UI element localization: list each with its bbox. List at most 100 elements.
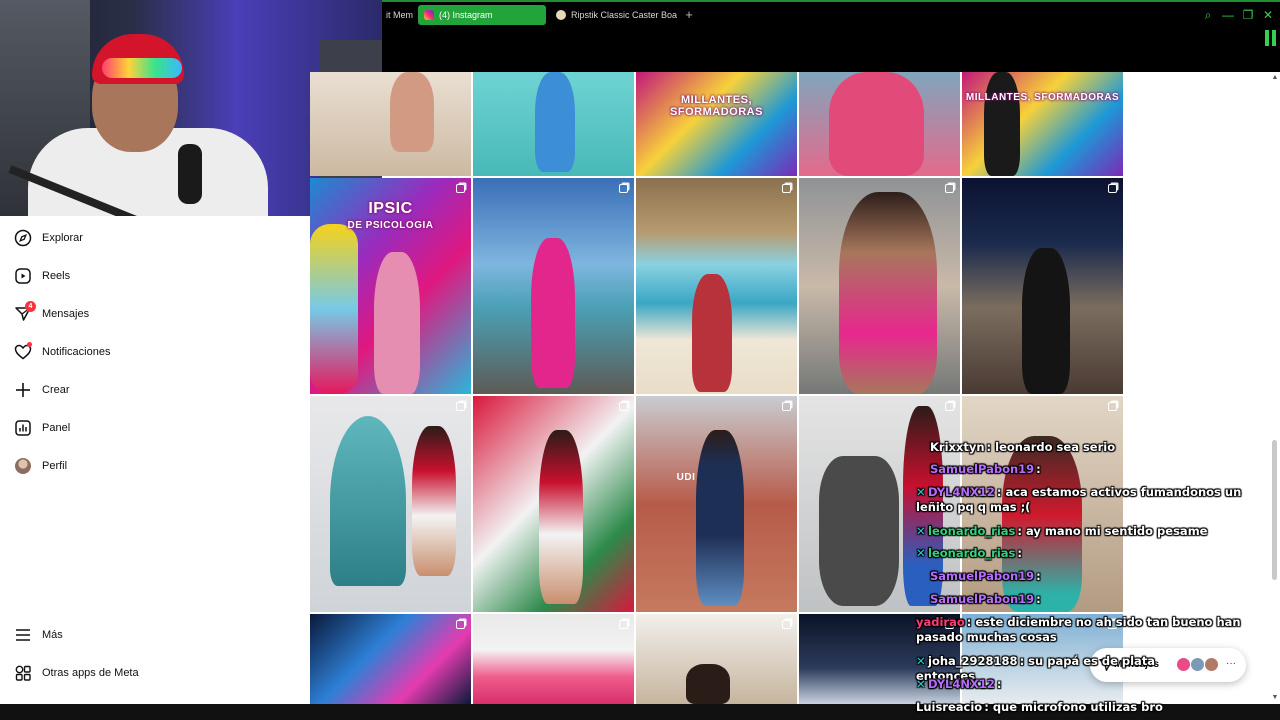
maximize-button[interactable]: ❐ (1240, 8, 1256, 24)
verified-icon: ✕ (916, 546, 926, 560)
sidebar-item-otras-apps[interactable]: Otras apps de Meta (14, 661, 139, 685)
post-tile[interactable] (962, 178, 1123, 394)
person-figure (686, 664, 730, 704)
carousel-icon (456, 620, 465, 629)
compass-icon (14, 229, 32, 247)
post-tile[interactable]: MILLANTES, SFORMADORAS (962, 72, 1123, 176)
plus-icon (14, 381, 32, 399)
menu-icon (14, 626, 32, 644)
carousel-icon (782, 620, 791, 629)
sidebar-item-notificaciones[interactable]: Notificaciones (14, 340, 110, 364)
streamer-sunglasses (102, 58, 182, 78)
chat-username: yadirao (916, 615, 965, 629)
pause-icon[interactable] (1265, 30, 1277, 46)
stream-chat-overlay: Krixxtyn: leonardo sea serio SamuelPabon… (916, 436, 1276, 720)
person-figure (374, 252, 420, 394)
instagram-sidebar: Explorar Reels 4 Mensajes Notificaciones… (0, 216, 310, 704)
person-figure (692, 274, 732, 392)
chat-username: leonardo_rias (928, 546, 1016, 560)
banner-text: DE PSICOLOGIA (347, 220, 434, 231)
post-tile[interactable] (473, 72, 634, 176)
sidebar-item-reels[interactable]: Reels (14, 264, 70, 288)
post-tile[interactable] (799, 72, 960, 176)
carousel-icon (945, 184, 954, 193)
post-tile[interactable] (473, 614, 634, 704)
tab-instagram[interactable]: (4) Instagram (418, 5, 546, 25)
post-tile[interactable] (310, 396, 471, 612)
accent-line (310, 0, 1280, 2)
person-figure (829, 72, 924, 176)
messenger-icon: 4 (14, 301, 36, 323)
post-tile[interactable]: IPSIC DE PSICOLOGIA (310, 178, 471, 394)
carousel-icon (456, 402, 465, 411)
search-icon[interactable]: ⌕ (1200, 8, 1216, 24)
close-button[interactable]: ✕ (1260, 8, 1276, 24)
person-figure (984, 72, 1020, 176)
instagram-icon (424, 10, 434, 20)
tab-label: it Mem (386, 10, 413, 20)
carousel-icon (782, 402, 791, 411)
person-figure (696, 430, 744, 606)
sidebar-item-crear[interactable]: Crear (14, 378, 70, 402)
scroll-up-icon[interactable]: ▲ (1270, 74, 1280, 81)
chat-message: ✕ DYL4NX12: (916, 677, 1002, 691)
person-figure (531, 238, 575, 388)
verified-icon: ✕ (916, 485, 926, 499)
carousel-icon (1108, 184, 1117, 193)
post-tile[interactable] (473, 178, 634, 394)
sidebar-item-label: Otras apps de Meta (42, 667, 139, 679)
sidebar-item-panel[interactable]: Panel (14, 416, 70, 440)
post-tile[interactable] (310, 614, 471, 704)
post-tile[interactable] (636, 178, 797, 394)
sidebar-item-mas[interactable]: Más (14, 623, 63, 647)
meta-apps-icon (14, 664, 32, 682)
chat-username: SamuelPabon19 (930, 569, 1035, 583)
browser-chrome: it Mem (4) Instagram Ripstik Classic Cas… (310, 0, 1280, 72)
carousel-icon (1108, 402, 1117, 411)
post-tile[interactable] (310, 72, 471, 176)
chat-username: leonardo_rias (928, 524, 1016, 538)
shirt-logo: UDI (676, 472, 696, 483)
sidebar-item-label: Notificaciones (42, 346, 111, 358)
banner-text: MILLANTES, SFORMADORAS (965, 92, 1120, 103)
tab-label: Ripstik Classic Caster Boa (571, 10, 678, 20)
heart-icon (14, 342, 32, 361)
sidebar-item-explorar[interactable]: Explorar (14, 226, 83, 250)
carousel-icon (456, 184, 465, 193)
carousel-icon (945, 402, 954, 411)
chat-username: DYL4NX12 (928, 485, 995, 499)
carousel-icon (619, 402, 628, 411)
post-tile[interactable]: UDI (636, 396, 797, 612)
carousel-icon (619, 184, 628, 193)
tab-partial[interactable]: it Mem (380, 5, 420, 25)
new-tab-button[interactable]: + (682, 8, 696, 22)
post-tile[interactable] (636, 614, 797, 704)
chat-username: SamuelPabon19 (930, 592, 1035, 606)
sidebar-item-perfil[interactable]: Perfil (14, 454, 67, 478)
christmas-tree (330, 416, 406, 586)
unread-dot (27, 342, 32, 347)
chat-message: yadirao: este diciembre no ah sido tan b… (916, 615, 1241, 644)
tab-ripstik[interactable]: Ripstik Classic Caster Boa (550, 5, 680, 25)
post-tile[interactable]: MILLANTES, SFORMADORAS (636, 72, 797, 176)
reels-icon (14, 267, 32, 285)
sidebar-item-label: Reels (42, 270, 71, 282)
chat-text: ay mano mi sentido pesame (1025, 524, 1208, 538)
tab-label: (4) Instagram (439, 10, 493, 20)
chat-message: ✕ leonardo_rias: (916, 546, 1022, 560)
avatar-icon (14, 457, 32, 475)
chat-username: joha_2928188 (928, 654, 1018, 668)
chat-username: Luisreacio (916, 700, 983, 714)
person-figure (390, 72, 434, 152)
chart-icon (14, 419, 32, 437)
carousel-icon (782, 184, 791, 193)
chat-username: Krixxtyn (930, 440, 985, 454)
post-tile[interactable] (799, 178, 960, 394)
post-tile[interactable] (473, 396, 634, 612)
minimize-button[interactable]: — (1220, 8, 1236, 24)
sidebar-item-label: Panel (42, 422, 71, 434)
banner-text: IPSIC (368, 200, 413, 217)
sidebar-item-mensajes[interactable]: 4 Mensajes (14, 301, 89, 326)
notification-badge: 4 (25, 301, 36, 312)
wheelchair (819, 456, 899, 606)
